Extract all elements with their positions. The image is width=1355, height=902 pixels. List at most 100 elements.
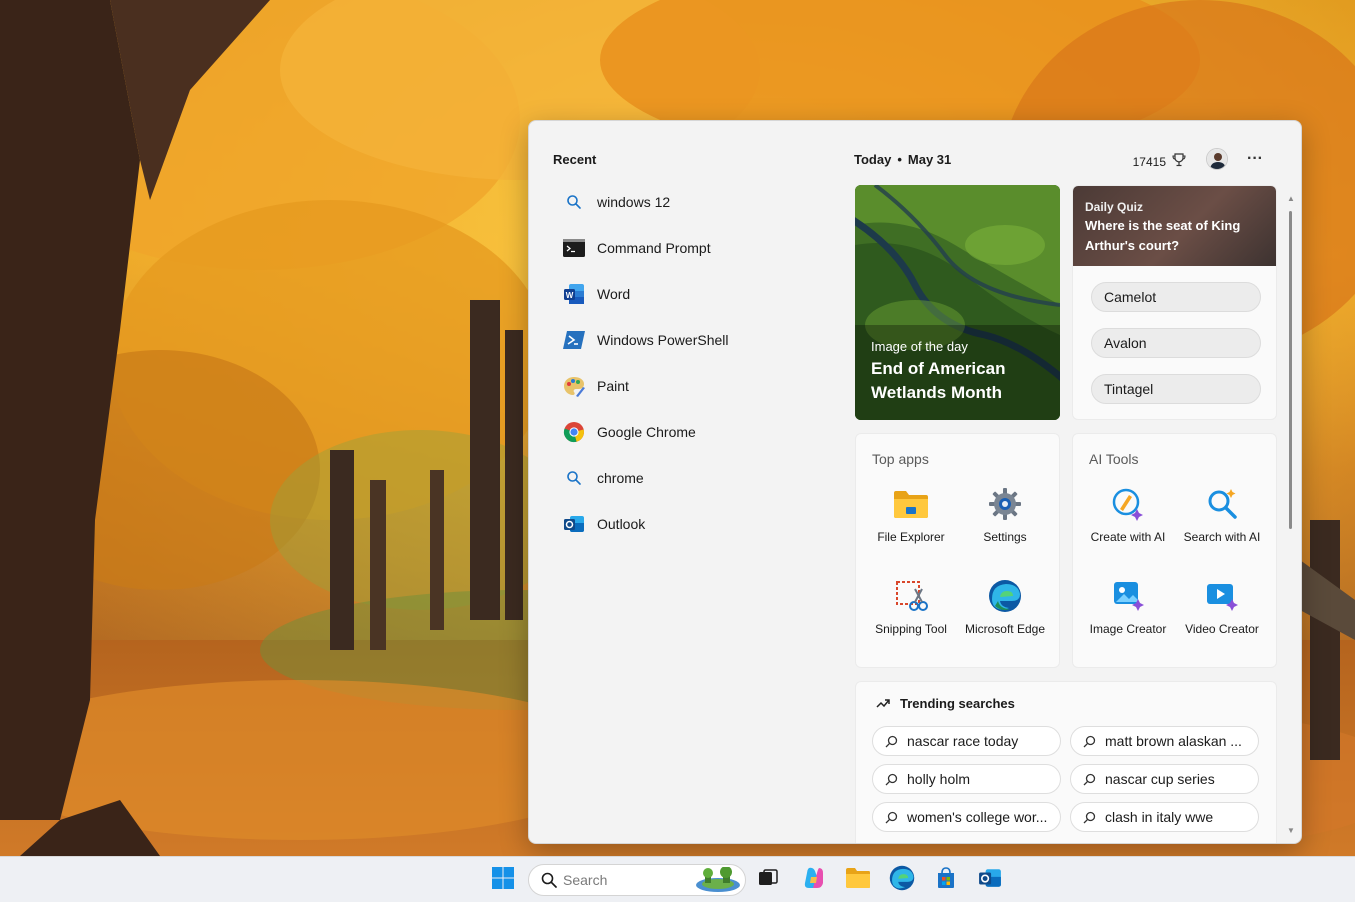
outlook-icon xyxy=(563,513,585,535)
recent-item-label: Outlook xyxy=(597,516,646,532)
image-creator-icon xyxy=(1108,576,1148,616)
ai-tools-heading: AI Tools xyxy=(1089,451,1139,467)
rewards-points[interactable]: 17415 xyxy=(1133,153,1186,170)
recent-item-paint[interactable]: Paint xyxy=(553,363,823,409)
recent-item-google-chrome[interactable]: Google Chrome xyxy=(553,409,823,455)
recent-item-windows-powershell[interactable]: Windows PowerShell xyxy=(553,317,823,363)
copilot-icon xyxy=(801,865,827,896)
scroll-up-arrow-icon[interactable]: ▲ xyxy=(1287,195,1295,203)
image-of-the-day-overline: Image of the day xyxy=(871,339,968,354)
search-highlight-icon xyxy=(695,867,741,893)
vertical-scrollbar[interactable]: ▲ ▼ xyxy=(1287,195,1295,835)
edge-icon xyxy=(889,865,915,896)
trending-search-item[interactable]: clash in italy wwe xyxy=(1070,802,1259,832)
search-icon xyxy=(885,773,899,786)
ai-tool-label: Image Creator xyxy=(1089,622,1167,636)
copilot-button[interactable] xyxy=(797,863,831,897)
trending-search-label: holly holm xyxy=(907,771,971,787)
ai-tool-create-with-ai[interactable]: Create with AI xyxy=(1081,482,1175,566)
daily-quiz-card: Daily Quiz Where is the seat of King Art… xyxy=(1072,185,1277,420)
file-explorer-taskbar-button[interactable] xyxy=(841,863,875,897)
video-creator-icon xyxy=(1202,576,1242,616)
quiz-option-avalon[interactable]: Avalon xyxy=(1091,328,1261,358)
command-prompt-icon xyxy=(563,237,585,259)
image-of-the-day-card[interactable]: Image of the day End of American Wetland… xyxy=(855,185,1060,420)
trending-search-label: nascar cup series xyxy=(1105,771,1215,787)
store-taskbar-button[interactable] xyxy=(929,863,963,897)
ai-tool-video-creator[interactable]: Video Creator xyxy=(1175,574,1269,658)
highlights-scroll-area[interactable]: Image of the day End of American Wetland… xyxy=(855,185,1279,843)
edge-icon xyxy=(985,576,1025,616)
trending-search-item[interactable]: matt brown alaskan ... xyxy=(1070,726,1259,756)
recent-item-label: Word xyxy=(597,286,631,302)
daily-quiz-overline: Daily Quiz xyxy=(1085,200,1144,214)
image-of-the-day-title: End of American Wetlands Month xyxy=(871,359,1006,402)
recent-item-word[interactable]: W Word xyxy=(553,271,823,317)
taskbar-search-input[interactable] xyxy=(563,872,683,888)
recent-item-label: windows 12 xyxy=(597,194,671,210)
recent-item-label: Command Prompt xyxy=(597,240,711,256)
app-label: File Explorer xyxy=(877,530,945,544)
search-icon xyxy=(1083,773,1097,786)
trending-searches-heading: Trending searches xyxy=(876,696,1015,711)
more-options-button[interactable]: ··· xyxy=(1244,148,1266,170)
recent-list: windows 12 Command Prompt W Word Windows… xyxy=(553,179,823,547)
search-icon xyxy=(885,735,899,748)
trending-search-label: clash in italy wwe xyxy=(1105,809,1214,825)
trending-search-item[interactable]: nascar race today xyxy=(872,726,1061,756)
trending-search-item[interactable]: nascar cup series xyxy=(1070,764,1259,794)
quiz-option-tintagel[interactable]: Tintagel xyxy=(1091,374,1261,404)
ai-tool-search-with-ai[interactable]: Search with AI xyxy=(1175,482,1269,566)
user-avatar[interactable] xyxy=(1206,148,1228,170)
trophy-icon xyxy=(1172,153,1186,170)
scroll-down-arrow-icon[interactable]: ▼ xyxy=(1287,827,1295,835)
recent-item-command-prompt[interactable]: Command Prompt xyxy=(553,225,823,271)
app-snipping-tool[interactable]: Snipping Tool xyxy=(864,574,958,658)
task-view-button[interactable] xyxy=(751,863,785,897)
app-label: Snipping Tool xyxy=(875,622,947,636)
recent-item-windows-12[interactable]: windows 12 xyxy=(553,179,823,225)
trending-arrow-icon xyxy=(876,696,890,711)
recent-item-label: chrome xyxy=(597,470,644,486)
ai-tool-label: Video Creator xyxy=(1185,622,1259,636)
rewards-points-value: 17415 xyxy=(1132,154,1166,169)
ai-tool-image-creator[interactable]: Image Creator xyxy=(1081,574,1175,658)
top-apps-heading: Top apps xyxy=(872,451,929,467)
app-microsoft-edge[interactable]: Microsoft Edge xyxy=(958,574,1052,658)
recent-item-chrome[interactable]: chrome xyxy=(553,455,823,501)
today-label: Today • May 31 xyxy=(854,152,951,167)
svg-text:W: W xyxy=(566,291,574,300)
top-apps-card: Top apps File Explorer Settings Snipping… xyxy=(855,433,1060,668)
today-date: May 31 xyxy=(907,152,952,167)
paint-icon xyxy=(563,375,585,397)
app-settings[interactable]: Settings xyxy=(958,482,1052,566)
edge-taskbar-button[interactable] xyxy=(885,863,919,897)
recent-heading: Recent xyxy=(553,152,597,167)
header-separator: • xyxy=(897,152,902,167)
outlook-taskbar-button[interactable] xyxy=(973,863,1007,897)
trending-search-item[interactable]: women's college wor... xyxy=(872,802,1061,832)
outlook-icon xyxy=(977,866,1003,895)
trending-searches-card: Trending searches nascar race today matt… xyxy=(855,681,1277,843)
trending-search-label: matt brown alaskan ... xyxy=(1105,733,1242,749)
ai-tool-label: Create with AI xyxy=(1090,530,1166,544)
search-icon xyxy=(1083,735,1097,748)
quiz-option-camelot[interactable]: Camelot xyxy=(1091,282,1261,312)
app-file-explorer[interactable]: File Explorer xyxy=(864,482,958,566)
trending-search-label: nascar race today xyxy=(907,733,1019,749)
taskbar xyxy=(0,856,1355,902)
recent-item-outlook[interactable]: Outlook xyxy=(553,501,823,547)
search-icon xyxy=(563,191,585,213)
daily-quiz-question: Where is the seat of King Arthur's court… xyxy=(1085,218,1241,253)
start-button[interactable] xyxy=(486,863,520,897)
ai-tool-label: Search with AI xyxy=(1183,530,1261,544)
trending-search-item[interactable]: holly holm xyxy=(872,764,1061,794)
create-ai-icon xyxy=(1108,484,1148,524)
search-icon xyxy=(885,811,899,824)
settings-gear-icon xyxy=(985,484,1025,524)
search-icon xyxy=(541,872,557,888)
scroll-thumb[interactable] xyxy=(1289,211,1292,529)
snipping-tool-icon xyxy=(891,576,931,616)
taskbar-search-box[interactable] xyxy=(528,864,746,896)
app-label: Settings xyxy=(983,530,1027,544)
